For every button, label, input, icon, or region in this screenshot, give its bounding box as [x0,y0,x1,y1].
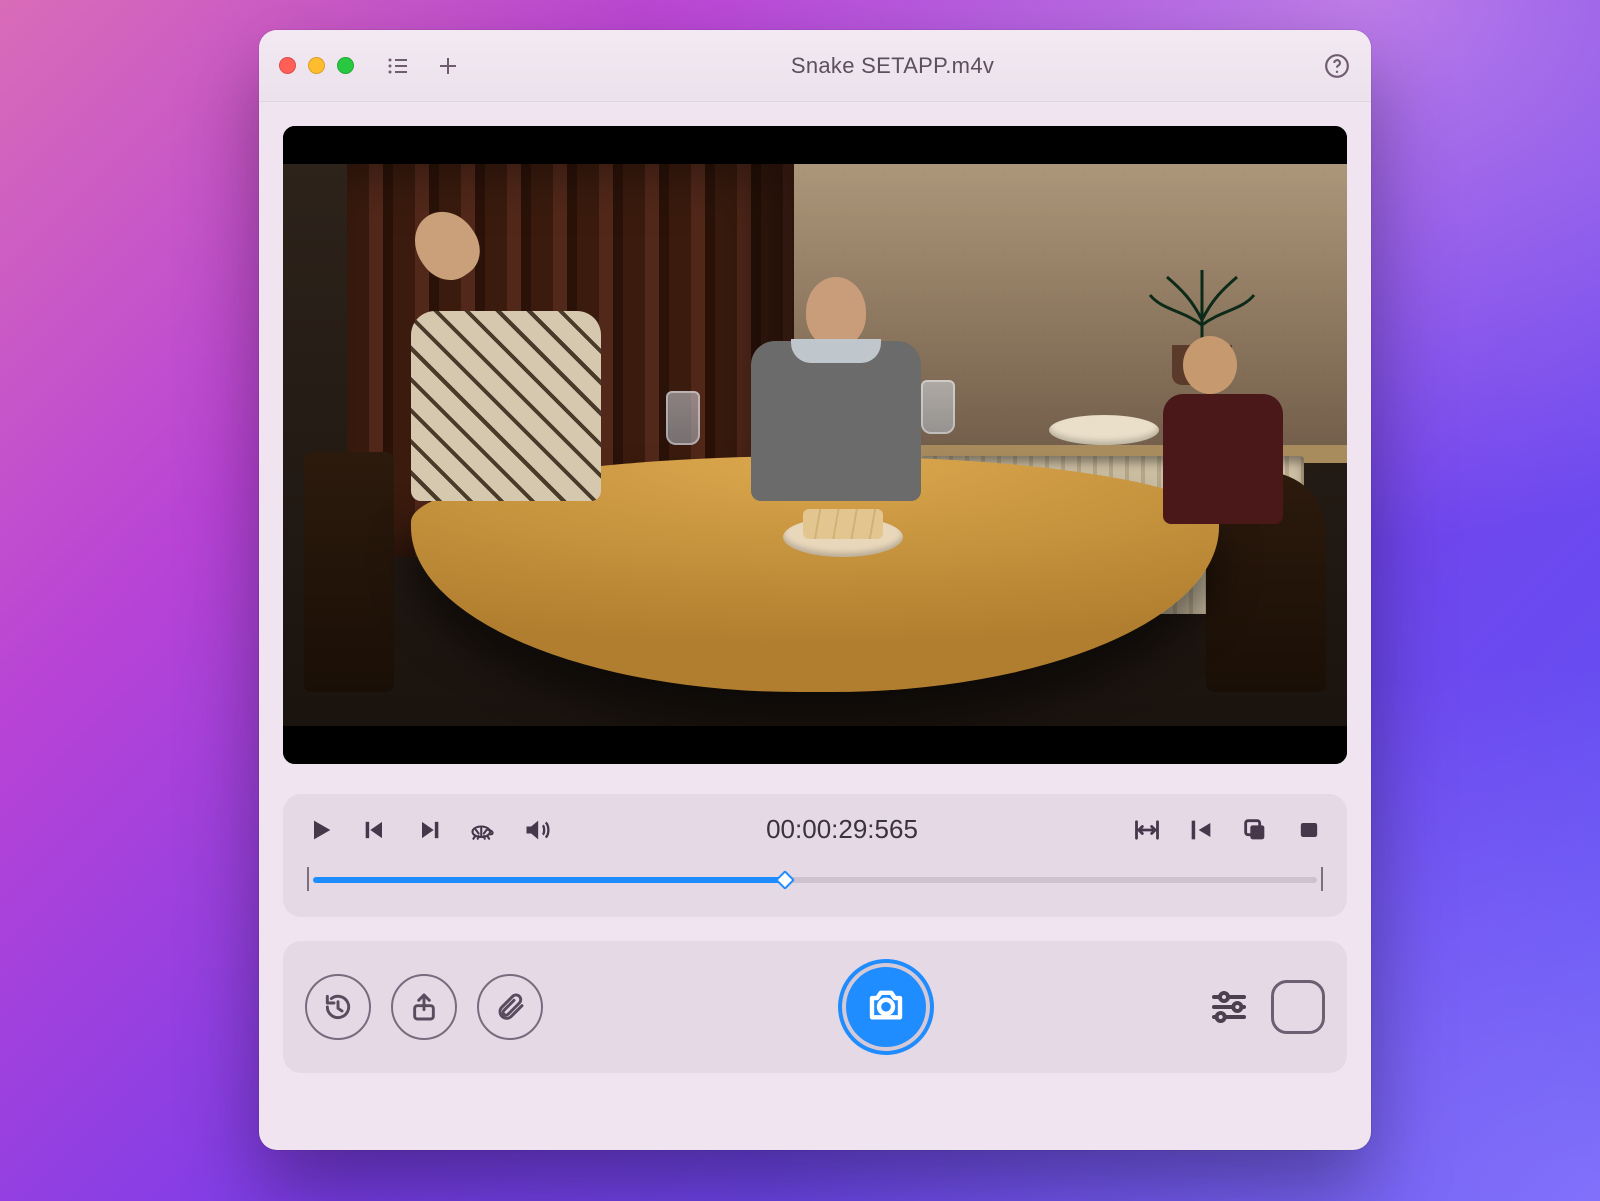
close-window-button[interactable] [279,57,296,74]
video-viewport[interactable] [283,126,1347,764]
list-icon[interactable] [384,52,412,80]
video-frame [283,164,1347,726]
snapshot-button[interactable] [838,959,934,1055]
share-button[interactable] [391,974,457,1040]
playback-controls-left [307,816,551,844]
turtle-icon[interactable] [469,816,497,844]
plus-icon[interactable] [434,52,462,80]
timeline-fill [313,877,785,883]
playback-panel: 00:00:29:565 [283,794,1347,917]
window-title: Snake SETAPP.m4v [462,53,1323,79]
action-bar [283,941,1347,1073]
playback-controls-right [1133,816,1323,844]
mark-in-icon[interactable] [1187,816,1215,844]
timecode-display: 00:00:29:565 [551,814,1133,845]
copy-icon[interactable] [1241,816,1269,844]
minimize-window-button[interactable] [308,57,325,74]
scene-person-center [751,277,921,501]
timeline-start-tick [307,867,309,891]
scene-person-left [411,251,601,501]
app-window: Snake SETAPP.m4v [259,30,1371,1150]
scene-chair-left [304,452,394,692]
scene-person-right [1163,336,1283,524]
zoom-window-button[interactable] [337,57,354,74]
attach-button[interactable] [477,974,543,1040]
help-icon[interactable] [1323,52,1351,80]
titlebar: Snake SETAPP.m4v [259,30,1371,102]
sliders-icon[interactable] [1209,987,1249,1027]
window-controls [279,57,354,74]
camera-icon [865,984,907,1031]
timeline-end-tick [1321,867,1323,891]
volume-icon[interactable] [523,816,551,844]
stop-rect-icon[interactable] [1271,980,1325,1034]
step-forward-icon[interactable] [415,816,443,844]
play-icon[interactable] [307,816,335,844]
step-back-icon[interactable] [361,816,389,844]
fit-width-icon[interactable] [1133,816,1161,844]
aspect-icon[interactable] [1295,816,1323,844]
timeline-thumb[interactable] [775,870,795,890]
letterbox-top [283,126,1347,164]
history-button[interactable] [305,974,371,1040]
timeline[interactable] [307,867,1323,891]
letterbox-bottom [283,726,1347,764]
